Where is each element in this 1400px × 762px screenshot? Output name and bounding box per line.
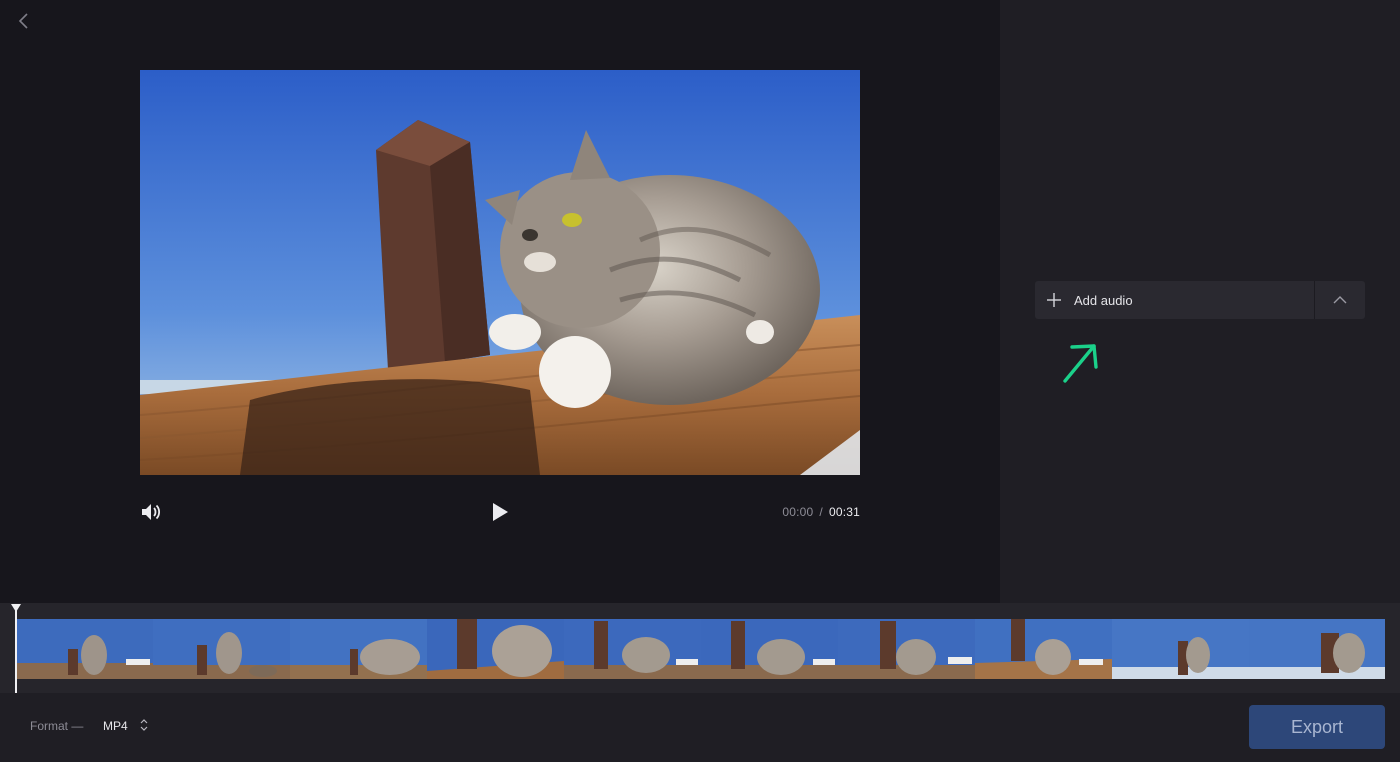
add-audio-button[interactable]: Add audio — [1035, 281, 1314, 319]
volume-button[interactable] — [140, 501, 162, 523]
time-display: 00:00 / 00:31 — [782, 505, 860, 519]
time-separator: / — [819, 505, 823, 519]
timeline-frame — [290, 619, 427, 679]
timeline-frame — [1249, 619, 1385, 679]
timeline[interactable] — [0, 603, 1400, 693]
timeline-frame — [975, 619, 1112, 679]
timeline-frame — [153, 619, 290, 679]
duration: 00:31 — [828, 505, 860, 519]
format-select[interactable]: MP4 — [103, 712, 163, 738]
format-label: Format — — [30, 719, 84, 733]
video-frame-image — [140, 70, 860, 475]
play-button[interactable] — [490, 501, 510, 523]
filmstrip[interactable] — [16, 619, 1385, 679]
current-time: 00:00 — [782, 505, 814, 519]
chevron-up-icon — [1333, 296, 1347, 304]
audio-control: Add audio — [1035, 281, 1365, 319]
footer-bar: Format — MP4 Export — [0, 693, 1400, 762]
play-icon — [493, 503, 508, 521]
playback-controls: 00:00 / 00:31 — [140, 495, 860, 529]
chevron-left-icon — [18, 13, 28, 29]
volume-icon — [142, 504, 161, 520]
timeline-frame — [427, 619, 564, 679]
timeline-frame — [16, 619, 153, 679]
timeline-frame — [838, 619, 975, 679]
plus-icon — [1047, 293, 1061, 307]
playhead[interactable] — [15, 608, 17, 693]
format-value: MP4 — [103, 719, 128, 733]
timeline-frame — [701, 619, 838, 679]
add-audio-label: Add audio — [1074, 293, 1133, 308]
arrow-up-right-icon — [1063, 344, 1098, 383]
back-button[interactable] — [14, 10, 34, 32]
timeline-frame — [564, 619, 701, 679]
up-down-arrows-icon — [140, 719, 148, 731]
timeline-frame — [1112, 619, 1249, 679]
export-button[interactable]: Export — [1249, 705, 1385, 749]
collapse-audio-button[interactable] — [1315, 281, 1365, 319]
video-preview — [140, 70, 860, 475]
